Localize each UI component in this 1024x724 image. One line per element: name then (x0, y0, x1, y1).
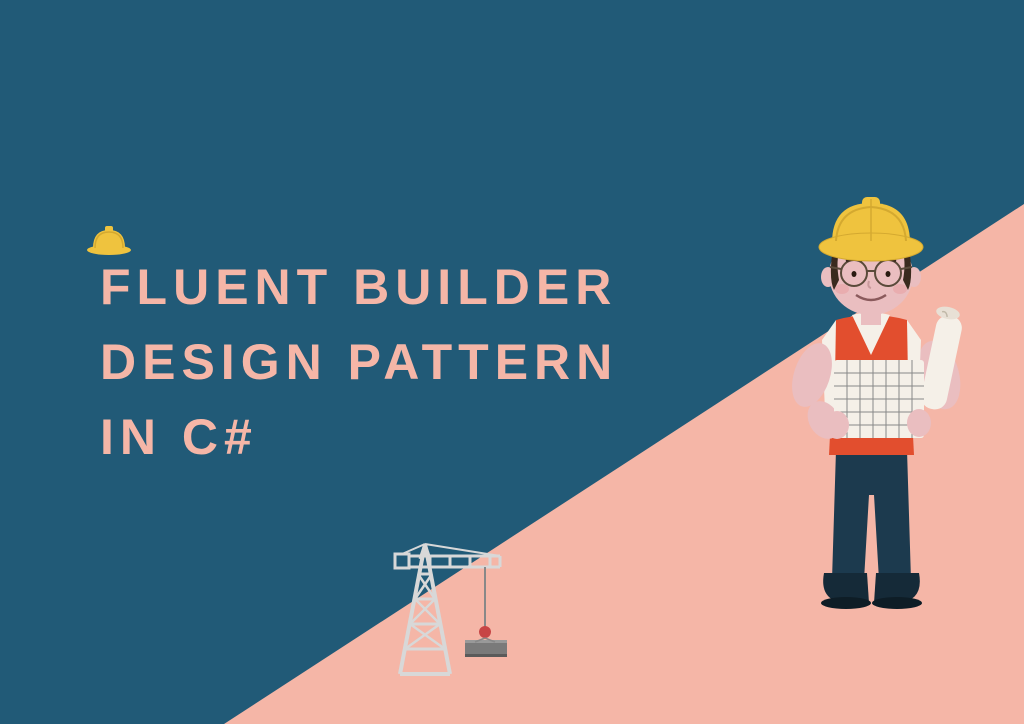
crane-icon (370, 514, 530, 689)
builder-character-icon (764, 185, 984, 640)
small-helmet-icon (85, 222, 133, 262)
title-line-1: FLUENT BUILDER (100, 259, 617, 315)
title-line-3: IN C# (100, 409, 258, 465)
page-title: FLUENT BUILDER DESIGN PATTERN IN C# (100, 250, 618, 475)
title-container: FLUENT BUILDER DESIGN PATTERN IN C# (100, 250, 618, 475)
title-line-2: DESIGN PATTERN (100, 334, 618, 390)
